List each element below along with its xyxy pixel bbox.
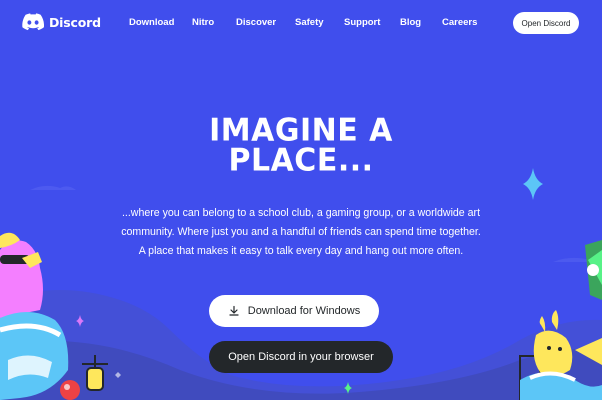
download-icon bbox=[229, 305, 239, 316]
top-nav: Discord Download Nitro Discover Safety S… bbox=[0, 0, 602, 46]
open-discord-button[interactable]: Open Discord bbox=[513, 12, 579, 34]
nav-link-careers[interactable]: Careers bbox=[442, 17, 477, 28]
nav-link-support[interactable]: Support bbox=[344, 17, 380, 28]
hero-description: ...where you can belong to a school club… bbox=[121, 207, 481, 257]
download-for-windows-button[interactable]: Download for Windows bbox=[209, 295, 379, 327]
hero-illustration bbox=[0, 168, 602, 400]
open-in-browser-button[interactable]: Open Discord in your browser bbox=[209, 341, 393, 373]
nav-link-nitro[interactable]: Nitro bbox=[192, 17, 214, 28]
nav-link-safety[interactable]: Safety bbox=[295, 17, 324, 28]
hero-title: IMAGINE A PLACE... bbox=[0, 115, 602, 179]
nav-link-blog[interactable]: Blog bbox=[400, 17, 421, 28]
download-button-label: Download for Windows bbox=[247, 305, 361, 317]
nav-links: Download Nitro Discover Safety Support B… bbox=[0, 17, 602, 31]
hero-title-line-2: PLACE... bbox=[228, 142, 374, 179]
discord-homepage: Discord Download Nitro Discover Safety S… bbox=[0, 0, 602, 400]
nav-link-discover[interactable]: Discover bbox=[236, 17, 276, 28]
nav-link-download[interactable]: Download bbox=[129, 17, 174, 28]
